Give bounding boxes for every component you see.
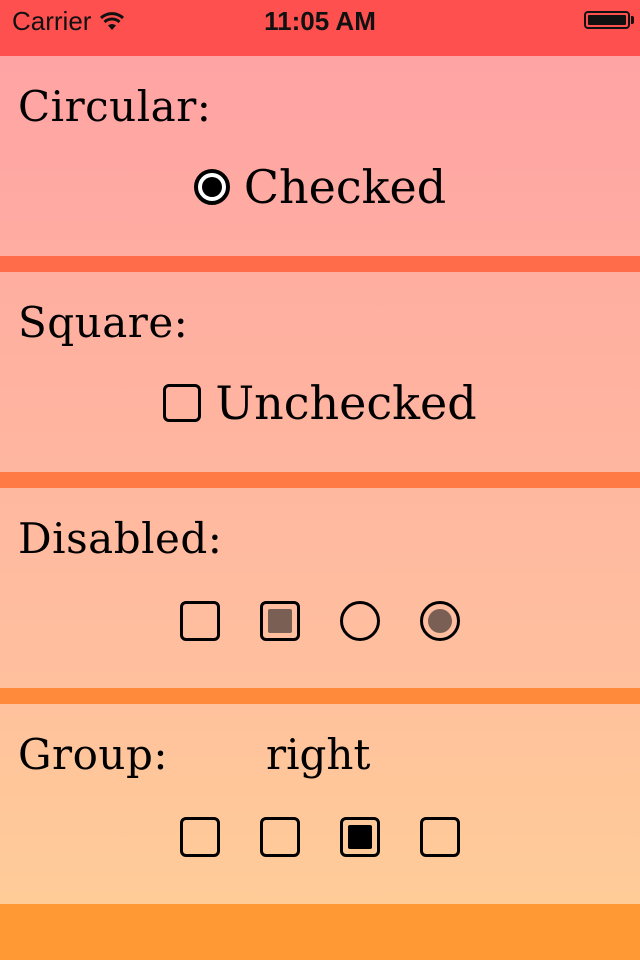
circular-title: Circular: xyxy=(18,82,212,131)
circular-section: Circular: Checked xyxy=(0,56,640,256)
disabled-checkbox-row xyxy=(0,601,640,641)
status-time: 11:05 AM xyxy=(264,6,376,36)
square-title: Square: xyxy=(18,298,189,347)
disabled-circle-checked xyxy=(420,601,460,641)
section-divider xyxy=(0,256,640,272)
disabled-square-checked xyxy=(260,601,300,641)
square-section: Square: Unchecked xyxy=(0,272,640,472)
bottom-bar xyxy=(0,904,640,960)
square-checkbox[interactable] xyxy=(163,384,202,422)
group-checkbox-4[interactable] xyxy=(420,817,460,857)
disabled-square-unchecked xyxy=(180,601,220,641)
circular-checkbox-label[interactable]: Checked xyxy=(244,160,446,214)
section-divider xyxy=(0,472,640,488)
section-divider xyxy=(0,688,640,704)
checked-square-icon xyxy=(268,609,292,633)
circular-checkbox[interactable] xyxy=(193,169,230,205)
group-checkbox-2[interactable] xyxy=(260,817,300,857)
group-checkbox-row xyxy=(0,817,640,857)
square-checkbox-row[interactable]: Unchecked xyxy=(0,376,640,430)
disabled-section: Disabled: xyxy=(0,488,640,688)
status-bar: Carrier 11:05 AM xyxy=(0,0,640,56)
group-section: Group: right xyxy=(0,704,640,904)
disabled-title: Disabled: xyxy=(18,514,223,563)
group-checkbox-3[interactable] xyxy=(340,817,380,857)
group-checkbox-1[interactable] xyxy=(180,817,220,857)
checked-square-icon xyxy=(348,825,372,849)
checked-dot-icon xyxy=(201,177,222,197)
square-checkbox-label[interactable]: Unchecked xyxy=(215,376,476,430)
group-selected-value: right xyxy=(266,730,371,779)
group-title: Group: xyxy=(18,730,168,779)
checked-dot-icon xyxy=(428,609,452,633)
circular-checkbox-row[interactable]: Checked xyxy=(0,160,640,214)
battery-icon xyxy=(584,11,634,29)
disabled-circle-unchecked xyxy=(340,601,380,641)
